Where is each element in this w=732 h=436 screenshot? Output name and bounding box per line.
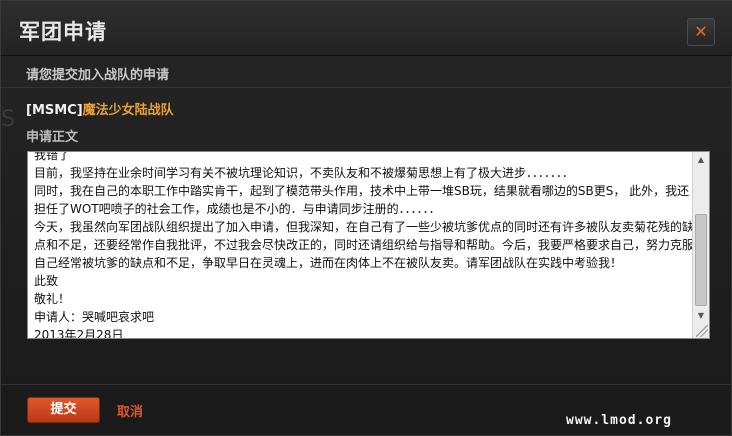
footer-divider [1,384,732,385]
close-button[interactable]: ✕ [687,18,715,46]
submit-button[interactable]: 提交 [27,397,100,423]
scroll-up-icon[interactable]: ▲ [693,152,709,168]
background-fragment: S [1,107,15,132]
team-label: [MSMC]魔法少女陆战队 [26,99,174,118]
dialog-subtitle: 请您提交加入战队的申请 [26,68,170,83]
application-dialog: 军团申请 ✕ S 请您提交加入战队的申请 [MSMC]魔法少女陆战队 申请正文 … [0,0,732,436]
watermark: www.lmod.org [566,413,672,428]
textarea-scrollbar[interactable]: ▲ ▼ [692,152,709,338]
section-label: 申请正文 [26,130,79,145]
team-name: 魔法少女陆战队 [82,103,174,118]
dialog-titlebar: 军团申请 ✕ [1,1,732,56]
team-tag: [MSMC] [26,103,83,118]
resize-grip-icon[interactable] [696,325,708,337]
scroll-down-icon[interactable]: ▼ [693,308,709,324]
application-text: 我错了 目前，我坚持在业余时间学习有关不被坑理论知识，不卖队友和不被爆菊思想上有… [34,151,695,339]
application-textarea[interactable]: 我错了 目前，我坚持在业余时间学习有关不被坑理论知识，不卖队友和不被爆菊思想上有… [27,151,710,339]
scroll-thumb[interactable] [695,214,707,306]
divider [1,87,732,88]
cancel-link[interactable]: 取消 [117,401,143,420]
close-icon: ✕ [694,22,708,41]
dialog-title: 军团申请 [19,20,107,44]
